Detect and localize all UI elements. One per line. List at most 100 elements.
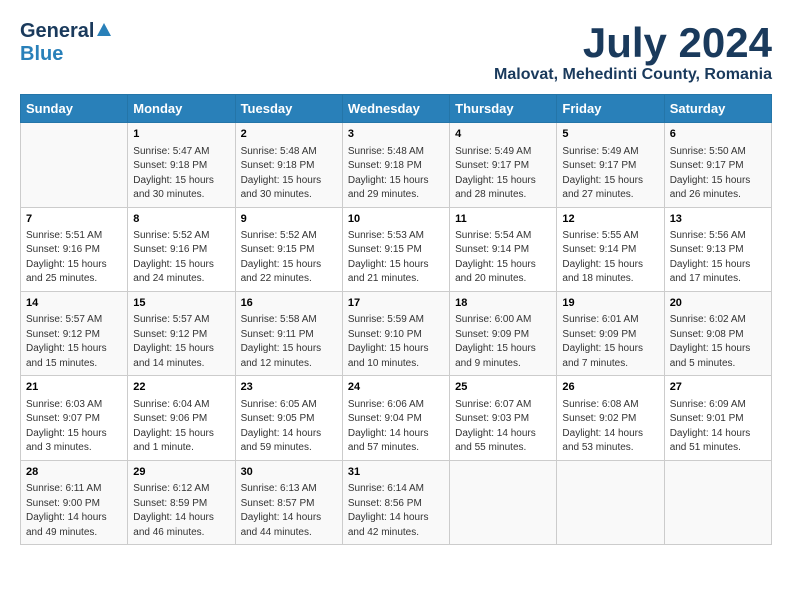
calendar-week-row: 7 Sunrise: 5:51 AM Sunset: 9:16 PM Daylig… (21, 207, 772, 291)
calendar-cell: 11 Sunrise: 5:54 AM Sunset: 9:14 PM Dayli… (450, 207, 557, 291)
day-number: 18 (455, 296, 551, 311)
calendar-cell (450, 460, 557, 544)
calendar-cell: 7 Sunrise: 5:51 AM Sunset: 9:16 PM Daylig… (21, 207, 128, 291)
day-number: 17 (348, 296, 444, 311)
logo-triangle-icon (96, 22, 112, 38)
day-number: 11 (455, 212, 551, 227)
calendar-cell: 9 Sunrise: 5:52 AM Sunset: 9:15 PM Daylig… (235, 207, 342, 291)
day-number: 13 (670, 212, 766, 227)
cell-info: Sunrise: 5:52 AM Sunset: 9:16 PM Dayligh… (133, 229, 229, 287)
day-number: 30 (241, 465, 337, 480)
day-number: 2 (241, 127, 337, 142)
calendar-week-row: 1 Sunrise: 5:47 AM Sunset: 9:18 PM Daylig… (21, 123, 772, 207)
calendar-cell: 18 Sunrise: 6:00 AM Sunset: 9:09 PM Dayli… (450, 291, 557, 375)
day-number: 22 (133, 380, 229, 395)
day-number: 6 (670, 127, 766, 142)
calendar-cell: 12 Sunrise: 5:55 AM Sunset: 9:14 PM Dayli… (557, 207, 664, 291)
day-number: 23 (241, 380, 337, 395)
cell-info: Sunrise: 5:50 AM Sunset: 9:17 PM Dayligh… (670, 145, 766, 203)
calendar-cell: 3Sunrise: 5:48 AM Sunset: 9:18 PM Daylig… (342, 123, 449, 207)
calendar-week-row: 21 Sunrise: 6:03 AM Sunset: 9:07 PM Dayli… (21, 376, 772, 460)
day-number: 3 (348, 127, 444, 142)
day-number: 1 (133, 127, 229, 142)
day-header-monday: Monday (128, 95, 235, 123)
title-area: July 2024 Malovat, Mehedinti County, Rom… (494, 20, 772, 84)
calendar-cell: 19 Sunrise: 6:01 AM Sunset: 9:09 PM Dayli… (557, 291, 664, 375)
calendar-cell: 20Sunrise: 6:02 AM Sunset: 9:08 PM Dayli… (664, 291, 771, 375)
calendar-header-row: SundayMondayTuesdayWednesdayThursdayFrid… (21, 95, 772, 123)
calendar-cell: 16 Sunrise: 5:58 AM Sunset: 9:11 PM Dayli… (235, 291, 342, 375)
day-number: 21 (26, 380, 122, 395)
calendar-cell (664, 460, 771, 544)
calendar-cell: 21 Sunrise: 6:03 AM Sunset: 9:07 PM Dayli… (21, 376, 128, 460)
calendar-cell: 14Sunrise: 5:57 AM Sunset: 9:12 PM Dayli… (21, 291, 128, 375)
cell-info: Sunrise: 6:01 AM Sunset: 9:09 PM Dayligh… (562, 313, 658, 371)
day-number: 16 (241, 296, 337, 311)
cell-info: Sunrise: 6:11 AM Sunset: 9:00 PM Dayligh… (26, 482, 122, 540)
day-header-friday: Friday (557, 95, 664, 123)
month-title: July 2024 (494, 20, 772, 66)
cell-info: Sunrise: 5:53 AM Sunset: 9:15 PM Dayligh… (348, 229, 444, 287)
cell-info: Sunrise: 5:56 AM Sunset: 9:13 PM Dayligh… (670, 229, 766, 287)
calendar-week-row: 14Sunrise: 5:57 AM Sunset: 9:12 PM Dayli… (21, 291, 772, 375)
calendar-cell: 23Sunrise: 6:05 AM Sunset: 9:05 PM Dayli… (235, 376, 342, 460)
cell-info: Sunrise: 5:49 AM Sunset: 9:17 PM Dayligh… (562, 145, 658, 203)
calendar-cell: 31 Sunrise: 6:14 AM Sunset: 8:56 PM Dayli… (342, 460, 449, 544)
day-number: 19 (562, 296, 658, 311)
cell-info: Sunrise: 6:08 AM Sunset: 9:02 PM Dayligh… (562, 398, 658, 456)
location-title: Malovat, Mehedinti County, Romania (494, 66, 772, 84)
calendar-cell: 29 Sunrise: 6:12 AM Sunset: 8:59 PM Dayli… (128, 460, 235, 544)
day-number: 28 (26, 465, 122, 480)
calendar-cell: 24 Sunrise: 6:06 AM Sunset: 9:04 PM Dayli… (342, 376, 449, 460)
day-number: 5 (562, 127, 658, 142)
cell-info: Sunrise: 6:06 AM Sunset: 9:04 PM Dayligh… (348, 398, 444, 456)
day-number: 12 (562, 212, 658, 227)
calendar-cell: 6 Sunrise: 5:50 AM Sunset: 9:17 PM Daylig… (664, 123, 771, 207)
day-number: 9 (241, 212, 337, 227)
cell-info: Sunrise: 5:55 AM Sunset: 9:14 PM Dayligh… (562, 229, 658, 287)
cell-info: Sunrise: 6:14 AM Sunset: 8:56 PM Dayligh… (348, 482, 444, 540)
cell-info: Sunrise: 5:54 AM Sunset: 9:14 PM Dayligh… (455, 229, 551, 287)
calendar-cell: 22 Sunrise: 6:04 AM Sunset: 9:06 PM Dayli… (128, 376, 235, 460)
day-number: 25 (455, 380, 551, 395)
calendar-cell (21, 123, 128, 207)
cell-info: Sunrise: 5:52 AM Sunset: 9:15 PM Dayligh… (241, 229, 337, 287)
day-number: 14 (26, 296, 122, 311)
page-header: General Blue July 2024 Malovat, Mehedint… (20, 20, 772, 84)
cell-info: Sunrise: 5:58 AM Sunset: 9:11 PM Dayligh… (241, 313, 337, 371)
day-header-tuesday: Tuesday (235, 95, 342, 123)
cell-info: Sunrise: 5:47 AM Sunset: 9:18 PM Dayligh… (133, 145, 229, 203)
day-number: 8 (133, 212, 229, 227)
day-number: 24 (348, 380, 444, 395)
calendar-cell: 10 Sunrise: 5:53 AM Sunset: 9:15 PM Dayli… (342, 207, 449, 291)
calendar-cell: 26Sunrise: 6:08 AM Sunset: 9:02 PM Dayli… (557, 376, 664, 460)
cell-info: Sunrise: 6:07 AM Sunset: 9:03 PM Dayligh… (455, 398, 551, 456)
calendar-cell (557, 460, 664, 544)
cell-info: Sunrise: 6:12 AM Sunset: 8:59 PM Dayligh… (133, 482, 229, 540)
logo: General Blue (20, 20, 112, 66)
day-header-sunday: Sunday (21, 95, 128, 123)
cell-info: Sunrise: 6:13 AM Sunset: 8:57 PM Dayligh… (241, 482, 337, 540)
calendar-cell: 1 Sunrise: 5:47 AM Sunset: 9:18 PM Daylig… (128, 123, 235, 207)
cell-info: Sunrise: 5:49 AM Sunset: 9:17 PM Dayligh… (455, 145, 551, 203)
cell-info: Sunrise: 6:03 AM Sunset: 9:07 PM Dayligh… (26, 398, 122, 456)
calendar-cell: 15Sunrise: 5:57 AM Sunset: 9:12 PM Dayli… (128, 291, 235, 375)
calendar-cell: 27Sunrise: 6:09 AM Sunset: 9:01 PM Dayli… (664, 376, 771, 460)
calendar-cell: 25 Sunrise: 6:07 AM Sunset: 9:03 PM Dayli… (450, 376, 557, 460)
cell-info: Sunrise: 5:51 AM Sunset: 9:16 PM Dayligh… (26, 229, 122, 287)
calendar-cell: 28 Sunrise: 6:11 AM Sunset: 9:00 PM Dayli… (21, 460, 128, 544)
calendar-cell: 5 Sunrise: 5:49 AM Sunset: 9:17 PM Daylig… (557, 123, 664, 207)
day-number: 10 (348, 212, 444, 227)
cell-info: Sunrise: 6:09 AM Sunset: 9:01 PM Dayligh… (670, 398, 766, 456)
day-header-thursday: Thursday (450, 95, 557, 123)
calendar-cell: 8 Sunrise: 5:52 AM Sunset: 9:16 PM Daylig… (128, 207, 235, 291)
cell-info: Sunrise: 6:04 AM Sunset: 9:06 PM Dayligh… (133, 398, 229, 456)
cell-info: Sunrise: 5:59 AM Sunset: 9:10 PM Dayligh… (348, 313, 444, 371)
day-number: 31 (348, 465, 444, 480)
calendar-table: SundayMondayTuesdayWednesdayThursdayFrid… (20, 94, 772, 545)
day-number: 29 (133, 465, 229, 480)
day-number: 7 (26, 212, 122, 227)
calendar-week-row: 28 Sunrise: 6:11 AM Sunset: 9:00 PM Dayli… (21, 460, 772, 544)
cell-info: Sunrise: 6:00 AM Sunset: 9:09 PM Dayligh… (455, 313, 551, 371)
calendar-cell: 30 Sunrise: 6:13 AM Sunset: 8:57 PM Dayli… (235, 460, 342, 544)
